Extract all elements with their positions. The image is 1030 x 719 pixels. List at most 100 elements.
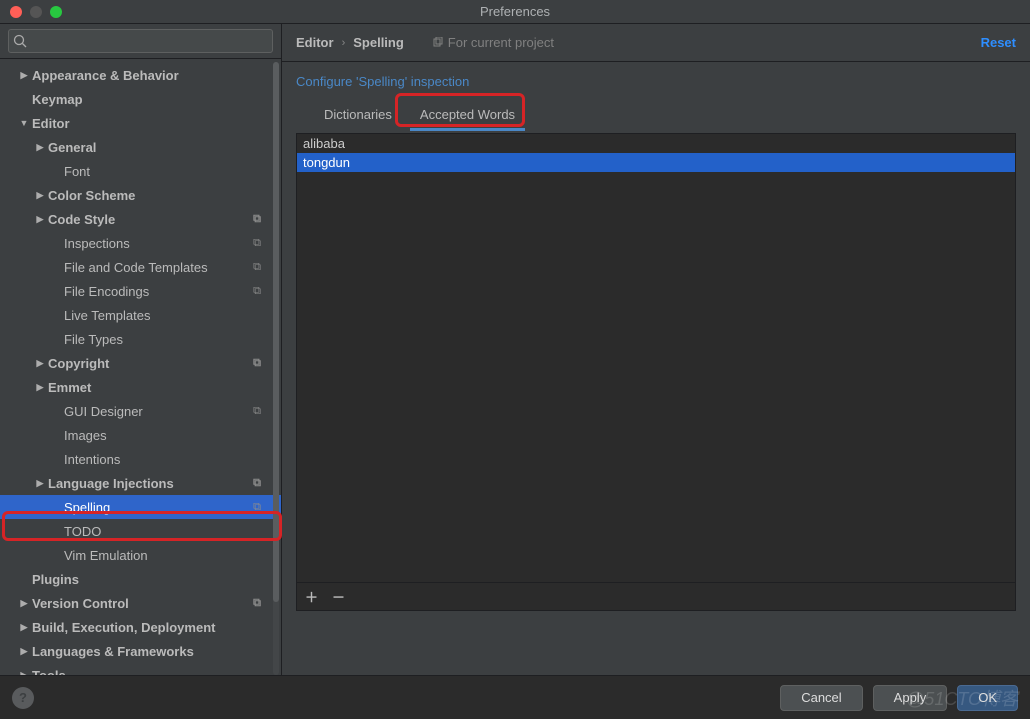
tree-item-color-scheme[interactable]: Color Scheme xyxy=(0,183,281,207)
tree-item-label: Color Scheme xyxy=(48,188,135,203)
tree-item-label: General xyxy=(48,140,96,155)
tree-item-editor[interactable]: Editor xyxy=(0,111,281,135)
tree-item-general[interactable]: General xyxy=(0,135,281,159)
tree-item-font[interactable]: Font xyxy=(0,159,281,183)
tree-item-label: File and Code Templates xyxy=(64,260,208,275)
copy-icon: ⧉ xyxy=(253,213,261,226)
expand-arrow-icon xyxy=(32,214,48,225)
reset-link[interactable]: Reset xyxy=(981,35,1016,50)
tree-item-build-execution-deployment[interactable]: Build, Execution, Deployment xyxy=(0,615,281,639)
tree-item-label: Font xyxy=(64,164,90,179)
tree-item-languages-frameworks[interactable]: Languages & Frameworks xyxy=(0,639,281,663)
tree-item-label: Copyright xyxy=(48,356,109,371)
configure-inspection-link[interactable]: Configure 'Spelling' inspection xyxy=(296,74,469,89)
tree-item-label: Plugins xyxy=(32,572,79,587)
window-title: Preferences xyxy=(0,4,1030,19)
tree-item-language-injections[interactable]: Language Injections ⧉ xyxy=(0,471,281,495)
expand-arrow-icon xyxy=(32,382,48,393)
tree-item-todo[interactable]: TODO xyxy=(0,519,281,543)
tree-item-label: TODO xyxy=(64,524,101,539)
word-item[interactable]: alibaba xyxy=(297,134,1015,153)
tree-item-intentions[interactable]: Intentions xyxy=(0,447,281,471)
tree-item-live-templates[interactable]: Live Templates xyxy=(0,303,281,327)
copy-icon: ⧉ xyxy=(253,261,261,274)
tree-item-version-control[interactable]: Version Control ⧉ xyxy=(0,591,281,615)
main-panel: Editor › Spelling For current project Re… xyxy=(282,24,1030,675)
titlebar: Preferences xyxy=(0,0,1030,24)
remove-word-button[interactable]: － xyxy=(332,587,345,606)
copy-icon: ⧉ xyxy=(253,357,261,370)
tree-item-images[interactable]: Images xyxy=(0,423,281,447)
tree-item-label: Editor xyxy=(32,116,70,131)
tree-item-label: Appearance & Behavior xyxy=(32,68,179,83)
tree-item-tools[interactable]: Tools xyxy=(0,663,281,675)
tree-item-appearance-behavior[interactable]: Appearance & Behavior xyxy=(0,63,281,87)
cancel-button[interactable]: Cancel xyxy=(780,685,862,711)
expand-arrow-icon xyxy=(16,70,32,81)
copy-icon: ⧉ xyxy=(253,285,261,298)
settings-tree[interactable]: Appearance & Behavior Keymap Editor General… xyxy=(0,59,281,675)
tree-item-label: Code Style xyxy=(48,212,115,227)
tree-item-label: Emmet xyxy=(48,380,91,395)
tree-item-label: Languages & Frameworks xyxy=(32,644,194,659)
tree-item-plugins[interactable]: Plugins xyxy=(0,567,281,591)
project-scope-label: For current project xyxy=(432,35,554,50)
tree-item-label: Build, Execution, Deployment xyxy=(32,620,215,635)
tree-item-gui-designer[interactable]: GUI Designer ⧉ xyxy=(0,399,281,423)
copy-icon: ⧉ xyxy=(253,237,261,250)
tree-item-label: Version Control xyxy=(32,596,129,611)
tree-item-label: Spelling xyxy=(64,500,110,515)
tree-item-emmet[interactable]: Emmet xyxy=(0,375,281,399)
tab-bar: DictionariesAccepted Words xyxy=(282,99,1030,129)
copy-icon: ⧉ xyxy=(253,405,261,418)
breadcrumb-editor[interactable]: Editor xyxy=(296,35,334,50)
apply-button[interactable]: Apply xyxy=(873,685,948,711)
tree-item-label: Live Templates xyxy=(64,308,150,323)
sidebar: Appearance & Behavior Keymap Editor General… xyxy=(0,24,282,675)
tree-item-vim-emulation[interactable]: Vim Emulation xyxy=(0,543,281,567)
expand-arrow-icon xyxy=(16,118,32,128)
copy-icon: ⧉ xyxy=(253,501,261,514)
help-button[interactable]: ? xyxy=(12,687,34,709)
tree-item-label: Intentions xyxy=(64,452,120,467)
word-item[interactable]: tongdun xyxy=(297,153,1015,172)
tree-item-file-and-code-templates[interactable]: File and Code Templates ⧉ xyxy=(0,255,281,279)
tree-item-copyright[interactable]: Copyright ⧉ xyxy=(0,351,281,375)
tree-item-label: GUI Designer xyxy=(64,404,143,419)
search-input[interactable] xyxy=(8,29,273,53)
tree-item-label: File Types xyxy=(64,332,123,347)
expand-arrow-icon xyxy=(32,358,48,369)
tree-item-label: Images xyxy=(64,428,107,443)
copy-icon: ⧉ xyxy=(253,477,261,490)
chevron-right-icon: › xyxy=(334,37,354,49)
expand-arrow-icon xyxy=(16,646,32,657)
tab-dictionaries[interactable]: Dictionaries xyxy=(310,100,406,128)
expand-arrow-icon xyxy=(16,598,32,609)
search-icon xyxy=(13,34,27,48)
expand-arrow-icon xyxy=(16,622,32,633)
tree-item-keymap[interactable]: Keymap xyxy=(0,87,281,111)
tab-accepted-words[interactable]: Accepted Words xyxy=(406,100,529,128)
tree-item-file-types[interactable]: File Types xyxy=(0,327,281,351)
breadcrumb-spelling: Spelling xyxy=(353,35,404,50)
project-scope-text: For current project xyxy=(448,35,554,50)
tree-item-label: Language Injections xyxy=(48,476,174,491)
accepted-words-list: alibabatongdun ＋ － xyxy=(296,133,1016,611)
ok-button[interactable]: OK xyxy=(957,685,1018,711)
expand-arrow-icon xyxy=(32,190,48,201)
expand-arrow-icon xyxy=(16,670,32,676)
add-word-button[interactable]: ＋ xyxy=(305,587,318,606)
tree-item-code-style[interactable]: Code Style ⧉ xyxy=(0,207,281,231)
sidebar-scrollbar[interactable] xyxy=(273,62,279,675)
expand-arrow-icon xyxy=(32,142,48,153)
tree-item-label: Vim Emulation xyxy=(64,548,148,563)
copy-icon: ⧉ xyxy=(253,597,261,610)
footer: ? Cancel Apply OK xyxy=(0,675,1030,719)
expand-arrow-icon xyxy=(32,478,48,489)
tree-item-spelling[interactable]: Spelling ⧉ xyxy=(0,495,281,519)
tree-item-label: Inspections xyxy=(64,236,130,251)
tree-item-inspections[interactable]: Inspections ⧉ xyxy=(0,231,281,255)
tree-item-label: File Encodings xyxy=(64,284,149,299)
tree-item-file-encodings[interactable]: File Encodings ⧉ xyxy=(0,279,281,303)
copy-icon xyxy=(432,37,444,49)
